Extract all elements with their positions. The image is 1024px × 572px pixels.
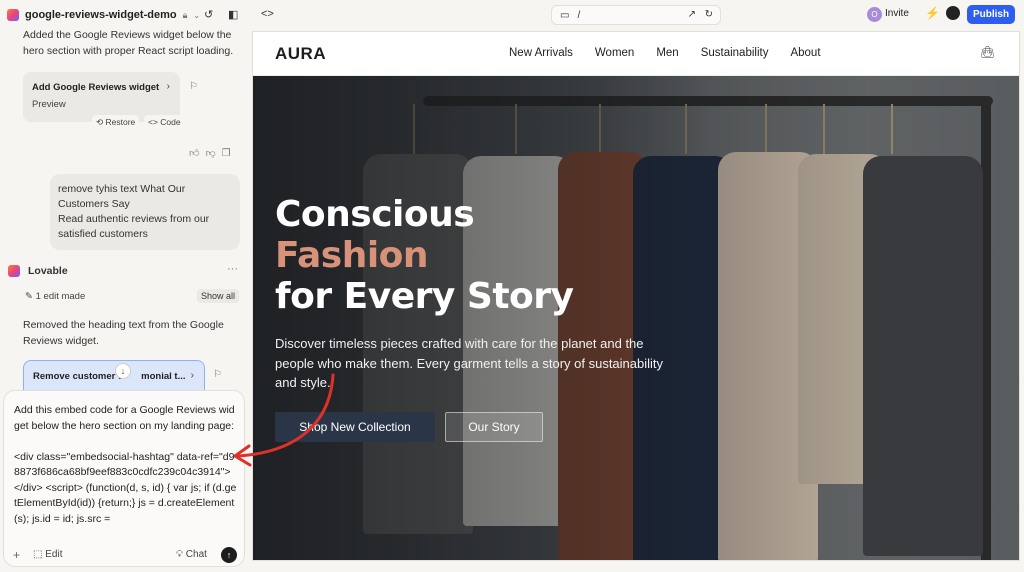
edits-summary: ✎ 1 edit made [25, 291, 85, 302]
hero-headline-line-3: for Every Story [275, 276, 574, 317]
project-selector[interactable]: google-reviews-widget-demo 🔒︎ ⌄ [7, 9, 200, 21]
site-logo[interactable]: AURA [275, 44, 326, 64]
assistant-message: Added the Google Reviews widget below th… [23, 30, 234, 57]
github-icon[interactable] [946, 6, 960, 20]
scroll-down-icon[interactable]: ↓ [115, 363, 131, 379]
version-card-title: Add Google Reviews widget [32, 82, 160, 93]
bookmark-icon[interactable]: ⚐ [213, 369, 222, 380]
restore-button[interactable]: ⟲ Restore [92, 115, 140, 130]
edits-made-label: 1 edit made [35, 291, 86, 302]
shopping-bag-icon[interactable]: 👜︎ [980, 45, 995, 59]
thumbs-down-icon[interactable]: 👎︎ [205, 148, 221, 159]
file-edit-icon: ✎ [25, 291, 33, 302]
avatar[interactable]: O [867, 7, 882, 22]
supabase-icon[interactable]: ⚡ [925, 6, 940, 20]
publish-button[interactable]: Publish [967, 5, 1015, 24]
edit-label: Edit [45, 549, 63, 560]
preview-url-bar[interactable]: ▭ / ↗ ↻ [551, 5, 721, 25]
card2-title-end: monial t... [141, 371, 186, 382]
chat-input-text[interactable]: Add this embed code for a Google Reviews… [14, 403, 239, 527]
version-card-sub: Preview [32, 99, 66, 110]
show-all-button[interactable]: Show all [197, 289, 240, 303]
bookmark-icon[interactable]: ⚐ [189, 81, 198, 92]
lock-icon: 🔒︎ [182, 9, 188, 20]
chevron-right-icon: › [166, 81, 170, 92]
arrow-up-icon: ↑ [226, 550, 232, 560]
hero-headline-line-1: Conscious [275, 194, 475, 235]
invite-button[interactable]: Invite [885, 8, 909, 19]
hero-headline-accent: Fashion [275, 235, 429, 276]
more-options-icon[interactable]: ··· [227, 263, 238, 275]
sidebar-toggle-icon[interactable]: ◧ [228, 8, 238, 21]
refresh-icon[interactable]: ↻ [705, 9, 713, 20]
lovable-logo-icon [7, 9, 19, 21]
project-name: google-reviews-widget-demo [25, 9, 177, 21]
our-story-button[interactable]: Our Story [445, 412, 543, 442]
nav-link-men[interactable]: Men [656, 47, 678, 59]
site-preview: AURA New Arrivals Women Men Sustainabili… [252, 31, 1020, 561]
chat-mode-button[interactable]: 💡︎ Chat [176, 549, 207, 560]
send-button[interactable]: ↑ [221, 547, 237, 563]
nav-link-women[interactable]: Women [595, 47, 634, 59]
open-external-icon[interactable]: ↗ [688, 9, 696, 20]
chat-input[interactable]: Add this embed code for a Google Reviews… [3, 390, 245, 567]
url-path: / [577, 9, 581, 21]
nav-link-sustainability[interactable]: Sustainability [701, 47, 769, 59]
chevron-right-icon: › [190, 370, 194, 381]
top-bar: google-reviews-widget-demo 🔒︎ ⌄ ↺ ◧ <> ▭… [0, 0, 1024, 30]
restore-label: Restore [105, 117, 136, 127]
annotation-arrow [233, 373, 335, 467]
device-icon[interactable]: ▭ [560, 10, 569, 21]
nav-link-new-arrivals[interactable]: New Arrivals [509, 47, 573, 59]
chat-label: Chat [185, 549, 207, 560]
site-nav: New Arrivals Women Men Sustainability Ab… [509, 47, 843, 59]
code-label: Code [160, 117, 181, 127]
user-message-text: remove tyhis text What Our Customers Say… [58, 183, 210, 240]
chat-footer: + ⬚ Edit 💡︎ Chat ↑ [0, 545, 250, 567]
chat-panel: Added the Google Reviews widget below th… [0, 30, 250, 572]
lightbulb-icon: 💡︎ [176, 549, 183, 560]
assistant-header: Lovable [8, 265, 68, 277]
site-header: AURA New Arrivals Women Men Sustainabili… [253, 32, 1019, 76]
version-card-title: Remove customer t monial t... [33, 371, 186, 382]
assistant-name: Lovable [28, 265, 68, 277]
thumbs-up-icon[interactable]: 👍︎ [189, 148, 205, 159]
user-message: remove tyhis text What Our Customers Say… [50, 174, 240, 250]
history-icon[interactable]: ↺ [204, 8, 213, 21]
nav-link-about[interactable]: About [790, 47, 820, 59]
feedback-icons: 👍︎👎︎❐ [189, 147, 237, 159]
code-button[interactable]: <> Code [144, 115, 185, 129]
chevron-down-icon: ⌄ [193, 10, 201, 20]
hero-section: Conscious Fashion for Every Story Discov… [253, 76, 1019, 560]
lovable-logo-icon [8, 265, 20, 277]
copy-icon[interactable]: ❐ [222, 148, 237, 159]
assistant-reply: Removed the heading text from the Google… [23, 319, 224, 347]
select-icon: ⬚ [33, 549, 43, 560]
add-attachment-icon[interactable]: + [13, 548, 20, 562]
code-view-icon[interactable]: <> [261, 8, 274, 20]
card2-title-start: Remove customer t [33, 371, 122, 382]
edit-mode-button[interactable]: ⬚ Edit [33, 549, 62, 560]
